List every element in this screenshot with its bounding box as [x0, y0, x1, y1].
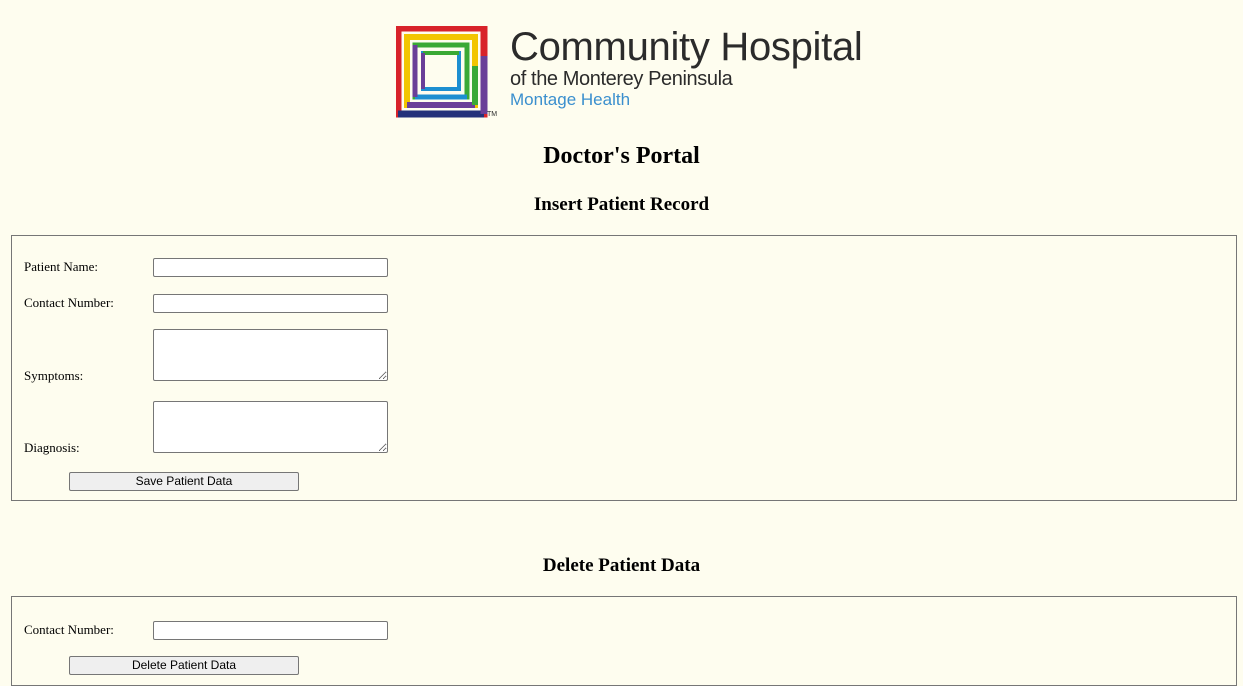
- patient-name-label: Patient Name:: [24, 259, 99, 274]
- logo-subtitle: of the Monterey Peninsula: [510, 68, 733, 90]
- insert-section-title: Insert Patient Record: [533, 194, 710, 215]
- save-patient-data-button[interactable]: Save Patient Data: [69, 472, 299, 491]
- header: TM Community Hospital of the Monterey Pe…: [0, 0, 1243, 130]
- patient-name-input[interactable]: [153, 258, 388, 277]
- delete-contact-number-input[interactable]: [153, 621, 388, 640]
- hospital-logo[interactable]: TM Community Hospital of the Monterey Pe…: [396, 26, 863, 120]
- logo-brand: Montage Health: [510, 90, 631, 109]
- logo-text: Community Hospital of the Monterey Penin…: [510, 26, 863, 110]
- trademark-mark: TM: [487, 111, 498, 118]
- contact-number-input[interactable]: [153, 294, 388, 313]
- symptoms-label: Symptoms:: [24, 368, 84, 383]
- delete-patient-data-button[interactable]: Delete Patient Data: [69, 656, 299, 675]
- delete-section-title: Delete Patient Data: [542, 555, 701, 576]
- delete-patient-form: Contact Number: Delete Patient Data: [11, 596, 1237, 686]
- insert-patient-form: Patient Name: Contact Number: Symptoms: …: [11, 235, 1237, 501]
- page-title: Doctor's Portal: [543, 143, 700, 169]
- nested-squares-logo-icon: [396, 26, 488, 118]
- delete-contact-number-label: Contact Number:: [24, 622, 114, 637]
- contact-number-label: Contact Number:: [24, 295, 114, 310]
- diagnosis-label: Diagnosis:: [24, 440, 80, 455]
- logo-title: Community Hospital: [510, 25, 863, 69]
- symptoms-textarea[interactable]: [153, 329, 388, 381]
- diagnosis-textarea[interactable]: [153, 401, 388, 453]
